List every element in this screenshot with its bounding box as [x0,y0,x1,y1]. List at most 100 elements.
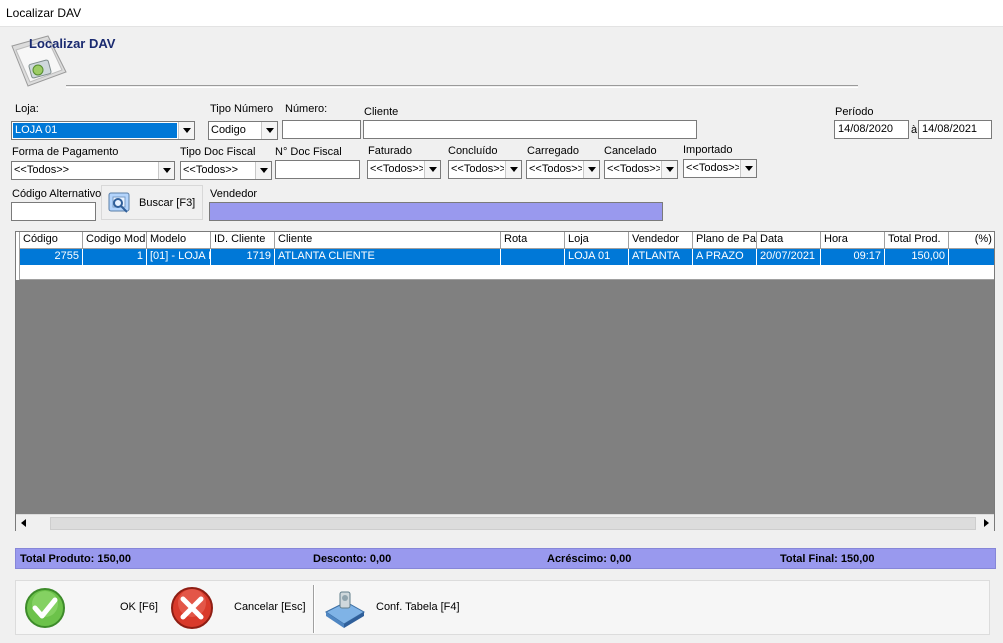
column-header-loja[interactable]: Loja [565,232,629,248]
periodo-label: Período [835,106,874,118]
codigo-alternativo-input[interactable] [11,202,96,221]
buscar-button[interactable]: Buscar [F3] [101,185,203,220]
cell-codigo: 2755 [20,249,83,265]
column-header-vendedor[interactable]: Vendedor [629,232,693,248]
importado-value: <<Todos>> [686,162,739,174]
carregado-select[interactable]: <<Todos>> [526,160,600,179]
tipo-doc-fiscal-select[interactable]: <<Todos>> [180,161,272,180]
forma-pagamento-label: Forma de Pagamento [12,146,119,158]
scroll-right-icon[interactable] [977,515,994,532]
cell-vendedor: ATLANTA [629,249,693,265]
cell-rota [501,249,565,265]
column-header-hora[interactable]: Hora [821,232,885,248]
chevron-down-icon[interactable] [261,122,277,139]
cell-id-cliente: 1719 [211,249,275,265]
cliente-input[interactable] [363,120,697,139]
cell-modelo: [01] - LOJA I [147,249,211,265]
forma-pagamento-value: <<Todos>> [14,164,70,176]
totals-bar: Total Produto: 150,00 Desconto: 0,00 Acr… [15,548,996,569]
column-header-cliente[interactable]: Cliente [275,232,501,248]
chevron-down-icon[interactable] [255,162,271,179]
buscar-icon [108,192,130,213]
cell-plano-pagamento: A PRAZO [693,249,757,265]
n-doc-fiscal-input[interactable] [275,160,360,179]
chevron-down-icon[interactable] [740,160,756,177]
column-header-rota[interactable]: Rota [501,232,565,248]
conf-tabela-button[interactable]: Conf. Tabela [F4] [376,601,460,613]
importado-label: Importado [683,144,733,156]
faturado-value: <<Todos>> [370,163,423,175]
cell-desconto-pct: 0 [949,249,994,265]
ok-check-icon[interactable] [22,586,68,630]
tipo-doc-fiscal-value: <<Todos>> [183,164,239,176]
horizontal-scrollbar[interactable] [16,514,994,532]
column-header-data[interactable]: Data [757,232,821,248]
total-acrescimo: Acréscimo: 0,00 [547,553,632,565]
loja-select[interactable]: LOJA 01 [11,121,195,140]
cancelado-value: <<Todos>> [607,163,660,175]
conf-tabela-icon[interactable] [322,586,368,630]
tipo-numero-select[interactable]: Codigo [208,121,278,140]
window-title: Localizar DAV [6,6,82,20]
concluido-select[interactable]: <<Todos>> [448,160,522,179]
cell-hora: 09:17 [821,249,885,265]
vendedor-label: Vendedor [210,188,258,200]
tipo-numero-value: Codigo [211,124,246,136]
chevron-down-icon[interactable] [583,161,599,178]
cancelado-label: Cancelado [604,145,657,157]
faturado-label: Faturado [368,145,413,157]
column-header-modelo[interactable]: Modelo [147,232,211,248]
column-header-id-cliente[interactable]: ID. Cliente [211,232,275,248]
column-header-plano-pagamento[interactable]: Plano de Pa [693,232,757,248]
dav-results-grid[interactable]: Código Codigo Mod Modelo ID. Cliente Cli… [15,231,995,531]
cliente-label: Cliente [364,106,399,118]
new-row-placeholder[interactable] [16,265,994,280]
column-header-codigo-mod[interactable]: Codigo Mod [83,232,147,248]
footer-toolbar [15,580,990,635]
total-produto: Total Produto: 150,00 [20,553,132,565]
numero-label: Número: [285,103,328,115]
cell-codigo-mod: 1 [83,249,147,265]
scroll-left-icon[interactable] [16,515,33,532]
cell-total-prod: 150,00 [885,249,949,265]
concluido-value: <<Todos>> [451,163,504,175]
total-desconto: Desconto: 0,00 [313,553,392,565]
column-header-desconto-pct[interactable]: (%) De [949,232,994,248]
chevron-down-icon[interactable] [661,161,677,178]
chevron-down-icon[interactable] [505,161,521,178]
codigo-alternativo-label: Código Alternativo [12,188,102,200]
importado-select[interactable]: <<Todos>> [683,159,757,178]
total-final: Total Final: 150,00 [780,553,875,565]
cell-data: 20/07/2021 [757,249,821,265]
buscar-label: Buscar [F3] [139,197,196,209]
carregado-label: Carregado [527,145,579,157]
forma-pagamento-select[interactable]: <<Todos>> [11,161,175,180]
cancel-x-icon[interactable] [168,585,216,631]
chevron-down-icon[interactable] [158,162,174,179]
loja-label: Loja: [15,103,39,115]
column-header-total-prod[interactable]: Total Prod. [885,232,949,248]
periodo-to-input[interactable]: 14/08/2021 [918,120,992,139]
grid-header: Código Codigo Mod Modelo ID. Cliente Cli… [16,232,994,249]
tipo-numero-label: Tipo Número [210,103,274,115]
numero-input[interactable] [282,120,361,139]
periodo-separator: à [911,124,918,136]
column-header-codigo[interactable]: Código [20,232,83,248]
chevron-down-icon[interactable] [424,161,440,178]
table-row[interactable]: 2755 1 [01] - LOJA I 1719 ATLANTA CLIENT… [16,249,994,265]
cell-loja: LOJA 01 [565,249,629,265]
carregado-value: <<Todos>> [529,163,582,175]
cancelar-button[interactable]: Cancelar [Esc] [234,601,306,613]
ok-button[interactable]: OK [F6] [120,601,158,613]
window-titlebar: Localizar DAV [0,0,1003,27]
cell-cliente: ATLANTA CLIENTE [275,249,501,265]
n-doc-fiscal-label: N° Doc Fiscal [275,146,342,158]
cancelado-select[interactable]: <<Todos>> [604,160,678,179]
footer-separator [313,585,315,633]
header-title: Localizar DAV [29,36,116,51]
vendedor-input[interactable] [209,202,663,221]
periodo-from-input[interactable]: 14/08/2020 [834,120,909,139]
scrollbar-thumb[interactable] [50,517,976,530]
chevron-down-icon[interactable] [178,122,194,139]
faturado-select[interactable]: <<Todos>> [367,160,441,179]
